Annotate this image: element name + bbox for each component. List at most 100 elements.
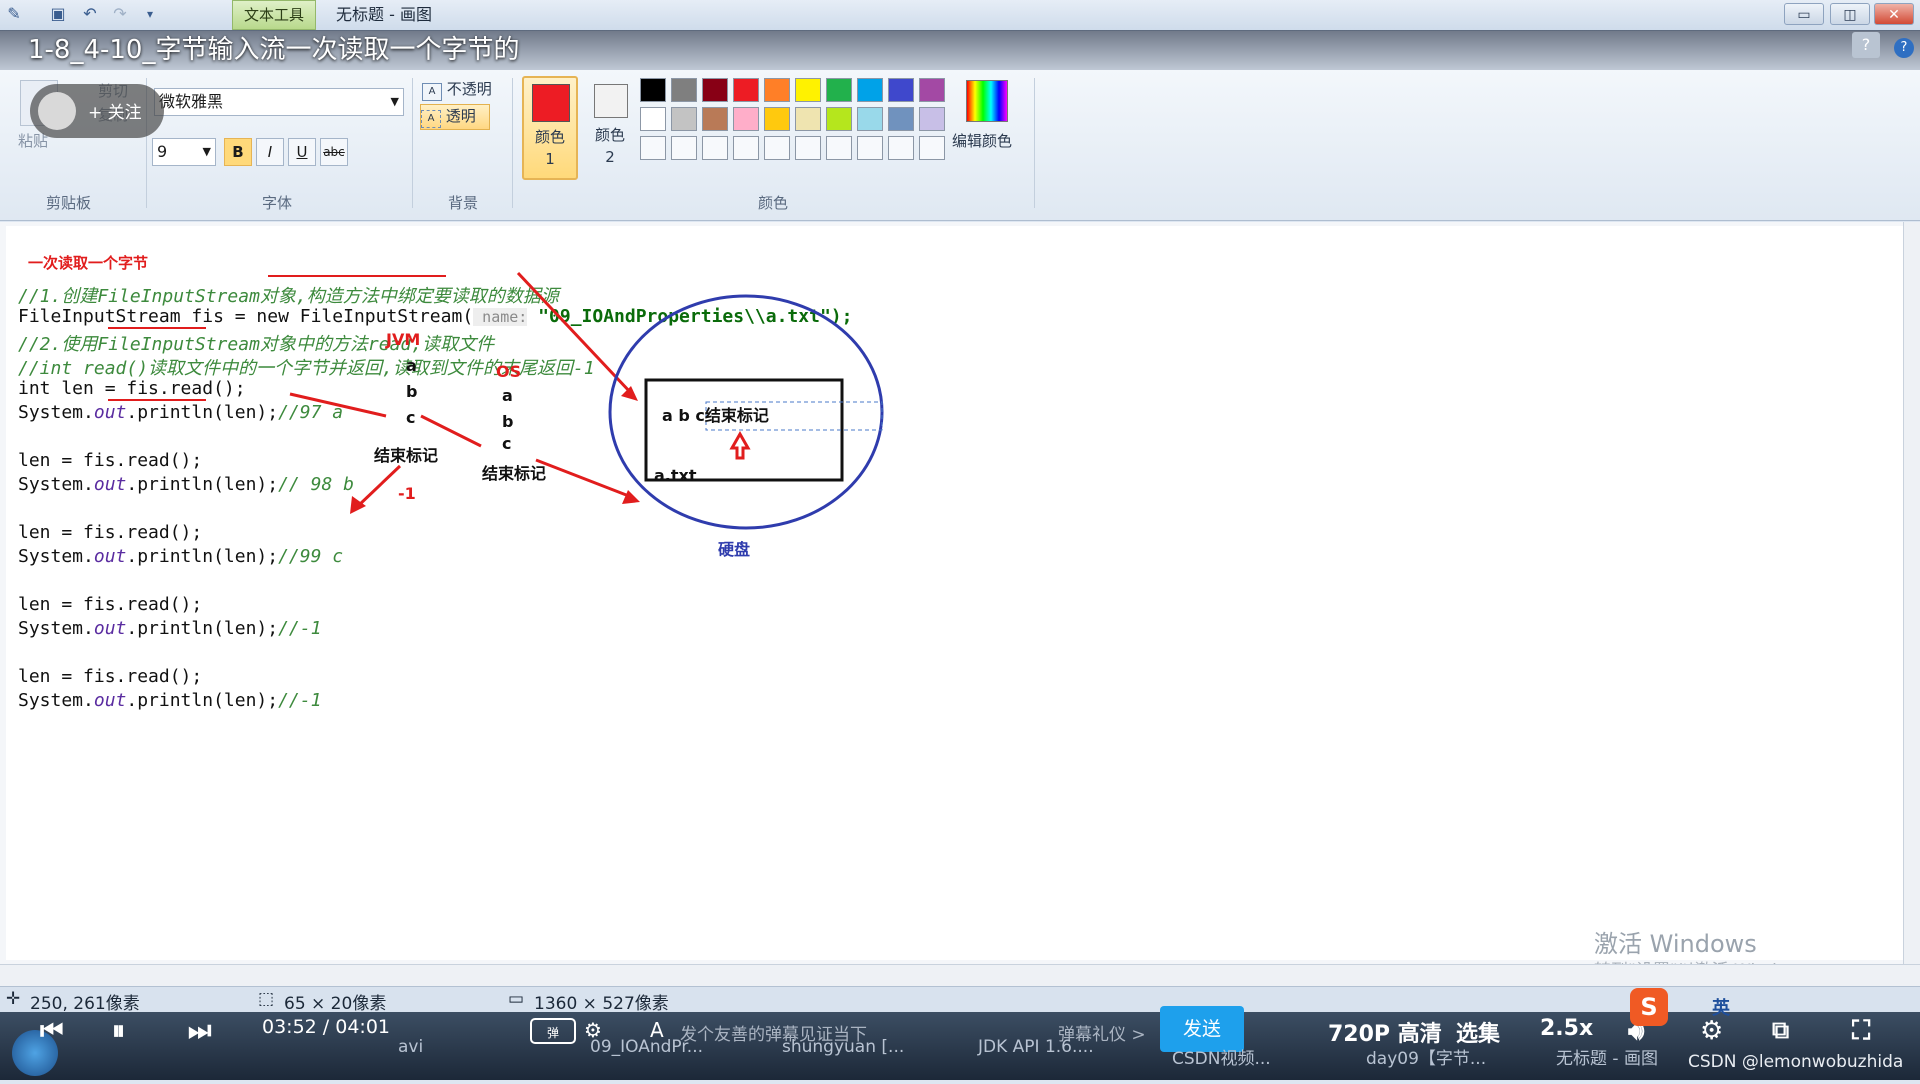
minimize-button[interactable]: ▭ — [1784, 3, 1824, 25]
color1-label: 颜色 1 — [534, 128, 565, 168]
color2-swatch — [594, 84, 628, 118]
canvas-size: 1360 × 527像素 — [534, 994, 669, 1014]
transparent-icon: A — [421, 110, 441, 128]
text-tools-context-tab[interactable]: 文本工具 — [232, 0, 316, 30]
palette-swatch[interactable] — [702, 136, 728, 160]
palette-swatch[interactable] — [640, 78, 666, 102]
drawing-canvas[interactable]: 一次读取一个字节 //1.创建FileInputStream对象,构造方法中绑定… — [6, 226, 1903, 960]
palette-swatch[interactable] — [795, 107, 821, 131]
save-icon[interactable]: ▣ — [48, 4, 68, 24]
arrow-line — [535, 458, 635, 500]
palette-swatch[interactable] — [795, 136, 821, 160]
color2-button[interactable]: 颜色 2 — [584, 76, 640, 180]
disk-label: 硬盘 — [718, 540, 751, 559]
palette-swatch[interactable] — [826, 78, 852, 102]
palette-swatch[interactable] — [640, 136, 666, 160]
chevron-down-icon: ▼ — [202, 145, 211, 158]
palette-swatch[interactable] — [733, 107, 759, 131]
prev-icon[interactable]: ⏮ — [40, 1016, 63, 1047]
bold-button[interactable]: B — [224, 138, 252, 166]
os-byte-c: c — [502, 434, 512, 453]
palette-swatch[interactable] — [671, 107, 697, 131]
color1-button[interactable]: 颜色 1 — [522, 76, 578, 180]
next-icon[interactable]: ⏭ — [188, 1016, 211, 1047]
font-family-select[interactable]: 微软雅黑 ▼ — [154, 88, 404, 116]
paint-app-icon[interactable]: ✎ — [4, 4, 24, 24]
restore-button[interactable]: ◫ — [1830, 3, 1870, 25]
palette-swatch[interactable] — [857, 78, 883, 102]
palette-swatch[interactable] — [733, 136, 759, 160]
transparent-option[interactable]: A 透明 — [420, 104, 490, 130]
vertical-scrollbar[interactable] — [1903, 222, 1920, 964]
taskbar-item-csdn[interactable]: CSDN视频... — [1172, 1034, 1271, 1084]
qat-dropdown-icon[interactable]: ▾ — [140, 4, 160, 24]
palette-swatch[interactable] — [857, 107, 883, 131]
undo-icon[interactable]: ↶ — [80, 4, 100, 24]
taskbar-item-day09[interactable]: day09【字节... — [1366, 1034, 1486, 1084]
palette-swatch[interactable] — [888, 78, 914, 102]
font-size-value: 9 — [157, 142, 168, 161]
cursor-position: 250, 261像素 — [30, 994, 140, 1014]
palette-swatch[interactable] — [919, 107, 945, 131]
os-label: OS — [496, 362, 522, 381]
underline-button[interactable]: U — [288, 138, 316, 166]
palette-swatch[interactable] — [764, 136, 790, 160]
clipboard-group-label: 剪贴板 — [46, 194, 92, 212]
edit-colors-button[interactable]: 编辑颜色 — [952, 130, 1012, 151]
palette-swatch[interactable] — [733, 78, 759, 102]
taskbar-item-avi[interactable]: avi — [398, 1022, 423, 1072]
palette-swatch[interactable] — [795, 78, 821, 102]
edit-colors-icon[interactable] — [966, 80, 1008, 122]
palette-swatch[interactable] — [640, 107, 666, 131]
palette-swatch[interactable] — [764, 78, 790, 102]
opaque-option[interactable]: A 不透明 — [422, 78, 502, 102]
taskbar-item-paint[interactable]: 无标题 - 画图 — [1556, 1034, 1658, 1084]
font-size-select[interactable]: 9 ▼ — [152, 138, 216, 166]
palette-swatch[interactable] — [888, 107, 914, 131]
settings-icon[interactable]: ⚙ — [1700, 1016, 1723, 1046]
follow-pill[interactable]: + 关注 — [30, 84, 164, 138]
minus-one-label: -1 — [398, 484, 416, 503]
taskbar-item-project[interactable]: 09_IOAndPr... — [590, 1022, 703, 1072]
csdn-watermark: CSDN @lemonwobuzhida — [1688, 1052, 1904, 1072]
arrow-line — [289, 392, 387, 418]
italic-button[interactable]: I — [256, 138, 284, 166]
avatar — [38, 92, 76, 130]
palette-swatch[interactable] — [919, 78, 945, 102]
opaque-icon: A — [422, 83, 442, 101]
palette-swatch[interactable] — [857, 136, 883, 160]
horizontal-scrollbar[interactable] — [0, 964, 1920, 987]
picture-in-picture-icon[interactable]: ⧉ — [1772, 1016, 1789, 1044]
taskbar-item-jdk-api[interactable]: JDK API 1.6.... — [978, 1022, 1094, 1072]
transparent-label: 透明 — [445, 107, 476, 125]
background-group-label: 背景 — [448, 194, 479, 212]
help-icon[interactable]: ? — [1852, 32, 1880, 58]
canvas-size-icon: ▭ — [508, 989, 525, 1009]
fullscreen-icon[interactable]: ⛶ — [1852, 1016, 1870, 1047]
palette-swatch[interactable] — [919, 136, 945, 160]
close-button[interactable]: ✕ — [1874, 3, 1914, 25]
palette-swatch[interactable] — [826, 107, 852, 131]
palette-swatch[interactable] — [702, 78, 728, 102]
taskbar-item-shungyuan[interactable]: shungyuan [... — [782, 1022, 904, 1072]
jvm-byte-b: b — [406, 382, 418, 401]
palette-swatch[interactable] — [671, 136, 697, 160]
palette-swatch[interactable] — [764, 107, 790, 131]
pause-icon[interactable]: ⏸ — [112, 1016, 125, 1047]
sogou-ime-icon[interactable]: S — [1630, 988, 1668, 1026]
color-palette[interactable] — [640, 78, 960, 178]
ime-language[interactable]: 英 — [1712, 994, 1730, 1020]
divider — [1034, 78, 1035, 208]
palette-swatch[interactable] — [702, 107, 728, 131]
palette-swatch[interactable] — [826, 136, 852, 160]
follow-button[interactable]: + 关注 — [88, 98, 142, 123]
palette-swatch[interactable] — [671, 78, 697, 102]
divider — [512, 78, 513, 208]
info-icon[interactable]: ? — [1894, 38, 1914, 58]
danmaku-toggle-icon[interactable]: 弹 — [530, 1018, 576, 1044]
redo-icon[interactable]: ↷ — [110, 4, 130, 24]
opaque-label: 不透明 — [446, 80, 492, 98]
strikethrough-button[interactable]: abc — [320, 138, 348, 166]
font-group-label: 字体 — [262, 194, 293, 212]
palette-swatch[interactable] — [888, 136, 914, 160]
